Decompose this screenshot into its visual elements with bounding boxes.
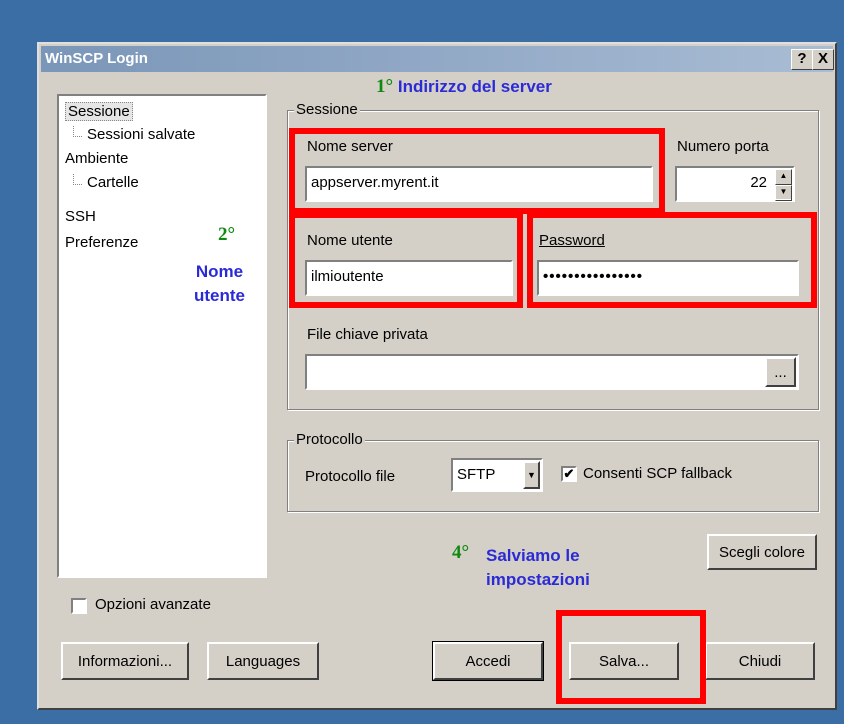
scp-fallback-label: Consenti SCP fallback bbox=[583, 465, 732, 482]
tree-item-ambiente[interactable]: Ambiente bbox=[65, 150, 128, 167]
tree-item-ssh[interactable]: SSH bbox=[65, 208, 96, 225]
spin-up-icon[interactable]: ▲ bbox=[775, 169, 792, 185]
title-bar[interactable]: WinSCP Login ? X bbox=[41, 46, 834, 72]
annotation-2-line2: utente bbox=[194, 286, 245, 305]
file-protocol-label: Protocollo file bbox=[305, 468, 396, 485]
highlight-user-box bbox=[289, 212, 523, 308]
close-window-button[interactable]: X bbox=[812, 49, 834, 70]
port-spinner[interactable]: ▲ ▼ bbox=[775, 169, 792, 201]
keyfile-input[interactable] bbox=[305, 354, 799, 390]
info-button[interactable]: Informazioni... bbox=[61, 642, 189, 680]
protocol-selected-value: SFTP bbox=[457, 466, 496, 483]
tree-item-cartelle[interactable]: Cartelle bbox=[87, 174, 139, 191]
close-button[interactable]: Chiudi bbox=[705, 642, 815, 680]
annotation-1-text: Indirizzo del server bbox=[397, 77, 552, 96]
protocol-legend: Protocollo bbox=[294, 431, 365, 448]
annotation-4-number: 4° bbox=[452, 542, 470, 563]
browse-keyfile-button[interactable]: ... bbox=[765, 357, 796, 387]
spin-down-icon[interactable]: ▼ bbox=[775, 185, 792, 201]
tree-connector-line bbox=[73, 174, 82, 185]
session-legend: Sessione bbox=[294, 101, 360, 118]
annotation-4-line2: impostazioni bbox=[486, 570, 590, 589]
scp-fallback-checkbox[interactable]: ✔ bbox=[561, 466, 577, 482]
annotation-1-number: 1° bbox=[376, 76, 394, 97]
help-button[interactable]: ? bbox=[791, 49, 813, 70]
annotation-4-number-wrap: 4° bbox=[452, 542, 469, 564]
annotation-2-number: 2° bbox=[218, 224, 236, 245]
annotation-4: Salviamo le impostazioni bbox=[486, 544, 590, 592]
highlight-server-box bbox=[289, 128, 665, 214]
choose-color-button[interactable]: Scegli colore bbox=[707, 534, 817, 570]
highlight-password-box bbox=[527, 212, 817, 308]
tree-item-sessione[interactable]: Sessione bbox=[65, 102, 133, 121]
tree-connector-line bbox=[73, 126, 82, 137]
annotation-2-number-wrap: 2° bbox=[218, 224, 235, 246]
annotation-2: Nome utente bbox=[194, 260, 245, 308]
tree-item-sessioni-salvate[interactable]: Sessioni salvate bbox=[87, 126, 195, 143]
advanced-options-label: Opzioni avanzate bbox=[95, 596, 211, 613]
keyfile-label: File chiave privata bbox=[307, 326, 428, 343]
annotation-1: 1° Indirizzo del server bbox=[376, 76, 552, 98]
chevron-down-icon[interactable]: ▼ bbox=[523, 461, 540, 489]
navigation-tree: Sessione Sessioni salvate Ambiente Carte… bbox=[57, 94, 267, 578]
annotation-2-line1: Nome bbox=[195, 262, 244, 281]
annotation-4-line1: Salviamo le bbox=[486, 546, 580, 565]
highlight-save-box bbox=[556, 610, 706, 704]
advanced-options-checkbox[interactable] bbox=[71, 598, 87, 614]
languages-button[interactable]: Languages bbox=[207, 642, 319, 680]
tree-item-preferenze[interactable]: Preferenze bbox=[65, 234, 138, 251]
window-title: WinSCP Login bbox=[45, 50, 148, 67]
port-label: Numero porta bbox=[677, 138, 769, 155]
login-button[interactable]: Accedi bbox=[432, 641, 544, 681]
